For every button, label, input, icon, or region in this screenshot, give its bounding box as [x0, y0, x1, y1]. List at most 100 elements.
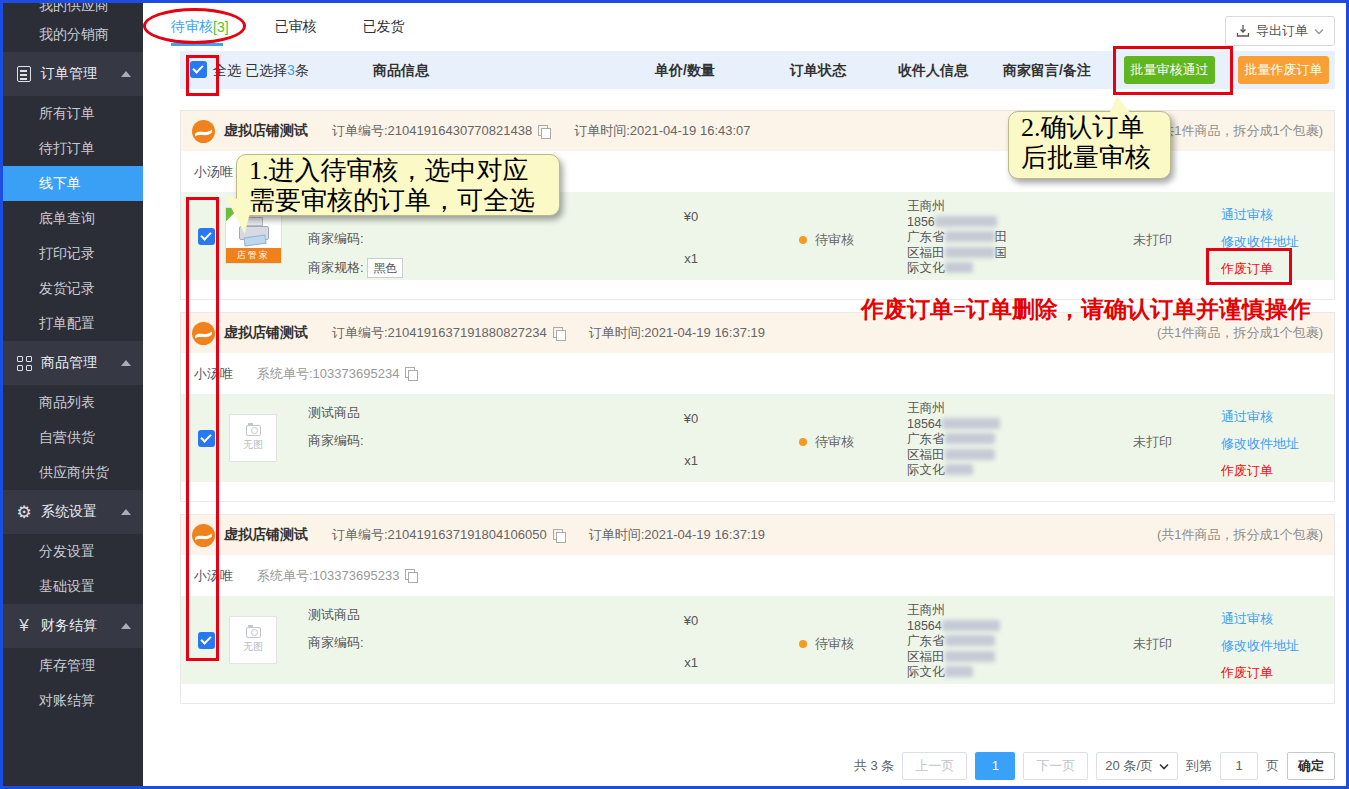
order-icon: [15, 65, 33, 83]
annotation-ellipse-pending-tab: [143, 8, 246, 44]
blurred-text: [945, 464, 973, 475]
page-size-select[interactable]: 20 条/页: [1096, 752, 1178, 780]
camera-icon: [246, 425, 261, 436]
shop-name: 虚拟店铺测试: [224, 324, 308, 342]
annotation-rect-select-all: [186, 55, 219, 96]
camera-icon: [246, 627, 261, 638]
batch-void-button[interactable]: 批量作废订单: [1238, 56, 1329, 84]
blurred-text: [945, 262, 973, 273]
merchant-spec: 商家规格: 黑色: [308, 258, 638, 276]
order-status: 待审核: [799, 231, 854, 249]
buyer-nickname: 小汤唯: [194, 163, 233, 181]
system-order-number: 系统单号:103373695233: [257, 567, 399, 585]
sidebar-section[interactable]: ¥ 财务结算: [3, 604, 143, 648]
merchant-code: 商家编码:: [308, 634, 638, 652]
sidebar-section-label: 系统设置: [41, 503, 121, 521]
tab-shipped[interactable]: 已发货: [363, 3, 405, 51]
recipient-line: 广东省: [907, 432, 1037, 448]
action-link[interactable]: 通过审核: [1221, 206, 1299, 224]
order-status: 待审核: [799, 433, 854, 451]
recipient-line: 1856: [907, 215, 1037, 231]
system-order-number: 系统单号:103373695234: [257, 365, 399, 383]
blurred-text: [945, 433, 995, 444]
tab-reviewed[interactable]: 已审核: [275, 3, 317, 51]
action-link[interactable]: 修改收件地址: [1221, 435, 1299, 453]
product-price: ¥0: [651, 613, 731, 628]
sidebar-item[interactable]: 打单配置: [3, 306, 143, 341]
next-page-button[interactable]: 下一页: [1023, 752, 1088, 780]
sidebar-item[interactable]: 对账结算: [3, 683, 143, 718]
order-status: 待审核: [799, 635, 854, 653]
no-image-placeholder: 无图: [229, 414, 277, 462]
shop-badge: 店管家: [226, 248, 281, 263]
product-name: 测试商品: [308, 606, 638, 624]
product-info: 测试商品 商家编码:: [308, 596, 638, 652]
tab-label: 已发货: [363, 18, 405, 36]
order-number: 订单编号:2104191637191804106050: [332, 526, 547, 544]
print-status: 未打印: [1133, 635, 1172, 653]
sidebar-section[interactable]: ⚙ 系统设置: [3, 490, 143, 534]
chevron-down-icon: [1314, 28, 1324, 35]
sidebar-section-label: 财务结算: [41, 617, 121, 635]
copy-icon[interactable]: [553, 327, 565, 340]
void-order-link[interactable]: 作废订单: [1221, 462, 1299, 480]
order-time: 订单时间:2021-04-19 16:43:07: [574, 122, 750, 140]
blurred-text: [945, 635, 995, 646]
yuan-icon: ¥: [15, 617, 33, 635]
action-link[interactable]: 通过审核: [1221, 408, 1299, 426]
download-icon: [1236, 24, 1250, 38]
recipient-line: 18564: [907, 417, 1037, 433]
recipient-info: 王商州1856广东省田区福田国际文化: [907, 199, 1037, 277]
sidebar-item[interactable]: 底单查询: [3, 201, 143, 236]
sidebar-item[interactable]: 自营供货: [3, 420, 143, 455]
recipient-line: 区福田: [907, 650, 1037, 666]
no-image-placeholder: 无图: [229, 616, 277, 664]
sidebar-item[interactable]: 线下单: [3, 166, 143, 201]
sidebar-item[interactable]: 分发设置: [3, 534, 143, 569]
page-unit: 页: [1266, 757, 1279, 775]
selection-summary: 全选 已选择3条: [213, 51, 309, 89]
copy-icon[interactable]: [405, 569, 417, 582]
void-order-link[interactable]: 作废订单: [1221, 664, 1299, 682]
status-dot-icon: [799, 236, 807, 244]
card-footer-space: [181, 684, 1334, 703]
goto-label: 到第: [1186, 757, 1212, 775]
confirm-button[interactable]: 确定: [1287, 752, 1335, 780]
sidebar-item[interactable]: 商品列表: [3, 385, 143, 420]
recipient-line: 18564: [907, 619, 1037, 635]
copy-icon[interactable]: [538, 125, 550, 138]
sidebar-item[interactable]: 打印记录: [3, 236, 143, 271]
sidebar-section[interactable]: 商品管理: [3, 341, 143, 385]
sidebar-item[interactable]: 待打订单: [3, 131, 143, 166]
export-orders-button[interactable]: 导出订单: [1225, 16, 1335, 46]
sidebar-section[interactable]: 订单管理: [3, 52, 143, 96]
current-page[interactable]: 1: [975, 752, 1015, 780]
goto-page-input[interactable]: 1: [1220, 752, 1258, 780]
sidebar-item[interactable]: 库存管理: [3, 648, 143, 683]
recipient-line: 王商州: [907, 199, 1037, 215]
merchant-code: 商家编码:: [308, 432, 638, 450]
sidebar-item[interactable]: 我的分销商: [3, 17, 143, 52]
product-name: 测试商品: [308, 404, 638, 422]
action-link[interactable]: 通过审核: [1221, 610, 1299, 628]
sidebar-item[interactable]: 我的供应商: [3, 3, 143, 17]
action-link[interactable]: 修改收件地址: [1221, 637, 1299, 655]
recipient-line: 广东省: [907, 634, 1037, 650]
pagination: 共 3 条 上一页 1 下一页 20 条/页 到第 1 页 确定: [854, 752, 1335, 780]
sidebar-item[interactable]: 基础设置: [3, 569, 143, 604]
product-info: 测试商品 商家编码:: [308, 394, 638, 450]
recipient-line: 王商州: [907, 401, 1037, 417]
order-sub-row: 小汤唯 系统单号:103373695233: [181, 555, 1334, 596]
copy-icon[interactable]: [405, 367, 417, 380]
sidebar-item[interactable]: 供应商供货: [3, 455, 143, 490]
blurred-text: [945, 231, 995, 242]
chevron-up-icon: [121, 71, 131, 77]
order-actions: 通过审核修改收件地址作废订单: [1221, 408, 1299, 489]
product-price: ¥0: [651, 411, 731, 426]
order-time: 订单时间:2021-04-19 16:37:19: [589, 324, 765, 342]
copy-icon[interactable]: [553, 529, 565, 542]
shop-name: 虚拟店铺测试: [224, 122, 308, 140]
sidebar-item[interactable]: 所有订单: [3, 96, 143, 131]
sidebar-item[interactable]: 发货记录: [3, 271, 143, 306]
prev-page-button[interactable]: 上一页: [902, 752, 967, 780]
